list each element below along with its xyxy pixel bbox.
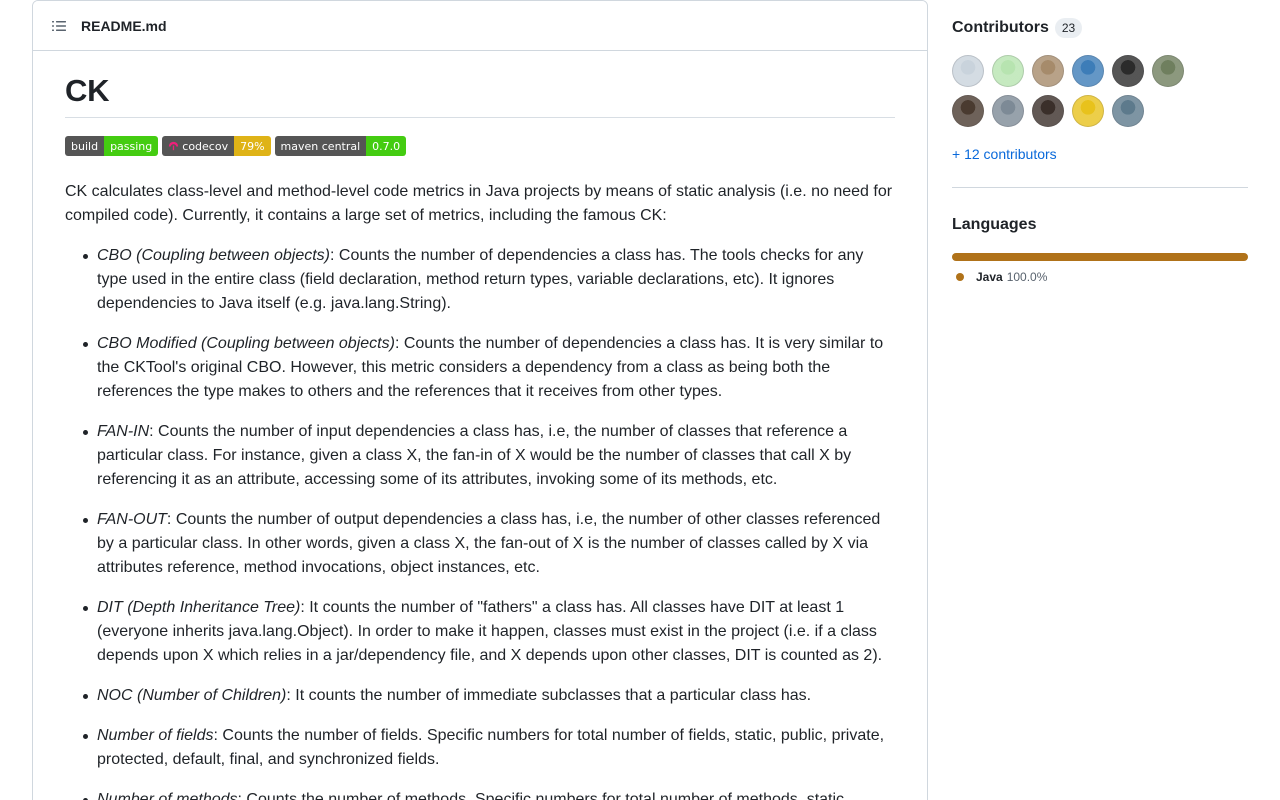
contributors-title: Contributors — [952, 19, 1049, 36]
readme-panel: README.md CK build passing codecov 79% m… — [32, 0, 928, 800]
contributors-heading[interactable]: Contributors 23 — [952, 18, 1083, 38]
metric-description: : Counts the number of input dependencie… — [97, 423, 852, 488]
languages-heading: Languages — [952, 216, 1037, 233]
codecov-badge-left: codecov — [162, 136, 235, 156]
sidebar-divider — [952, 187, 1248, 188]
list-item: CBO Modified (Coupling between objects):… — [83, 332, 895, 404]
maven-badge-value: 0.7.0 — [366, 136, 407, 156]
avatar[interactable] — [992, 95, 1024, 127]
maven-badge-label: maven central — [274, 136, 367, 156]
codecov-badge[interactable]: codecov 79% — [162, 136, 271, 156]
language-percent: 100.0% — [1006, 270, 1048, 284]
readme-content: CK calculates class-level and method-lev… — [65, 180, 895, 800]
list-item: NOC (Number of Children): It counts the … — [83, 684, 895, 708]
metric-name: NOC (Number of Children) — [97, 687, 287, 704]
list-item: CBO (Coupling between objects): Counts t… — [83, 244, 895, 316]
intro-paragraph: CK calculates class-level and method-lev… — [65, 183, 893, 224]
build-badge[interactable]: build passing — [65, 136, 159, 156]
avatar[interactable] — [952, 55, 984, 87]
avatar[interactable] — [1152, 55, 1184, 87]
maven-central-badge[interactable]: maven central 0.7.0 — [274, 136, 407, 156]
avatar[interactable] — [1112, 95, 1144, 127]
language-name: Java — [976, 270, 1003, 284]
readme-body: CK build passing codecov 79% maven centr… — [33, 51, 927, 800]
metric-name: FAN-OUT — [97, 511, 167, 528]
metric-name: Number of fields — [97, 727, 214, 744]
avatar[interactable] — [992, 55, 1024, 87]
readme-filename[interactable]: README.md — [81, 18, 167, 34]
avatar[interactable] — [1032, 55, 1064, 87]
contributors-count-badge: 23 — [1054, 18, 1083, 38]
list-item: Number of fields: Counts the number of f… — [83, 724, 895, 772]
avatar[interactable] — [1032, 95, 1064, 127]
avatar[interactable] — [952, 95, 984, 127]
codecov-badge-value: 79% — [234, 136, 271, 156]
metric-name: DIT (Depth Inheritance Tree) — [97, 599, 301, 616]
metric-name: CBO Modified (Coupling between objects) — [97, 335, 395, 352]
language-bar — [952, 253, 1248, 261]
codecov-umbrella-icon — [169, 141, 179, 150]
metric-name: CBO (Coupling between objects) — [97, 247, 331, 264]
metric-description: : It counts the number of immediate subc… — [286, 687, 812, 704]
contributor-avatars — [952, 55, 1222, 127]
metric-description: : Counts the number of output dependenci… — [97, 511, 881, 576]
metric-name: FAN-IN — [97, 423, 150, 440]
list-item: FAN-IN: Counts the number of input depen… — [83, 420, 895, 492]
build-badge-label: build — [65, 136, 105, 156]
page: README.md CK build passing codecov 79% m… — [0, 0, 1280, 800]
language-item-java[interactable]: Java 100.0% — [952, 270, 1047, 284]
list-item: DIT (Depth Inheritance Tree): It counts … — [83, 596, 895, 668]
table-of-contents-icon[interactable] — [49, 16, 69, 36]
badge-row: build passing codecov 79% maven central — [65, 136, 895, 156]
avatar[interactable] — [1072, 95, 1104, 127]
metrics-list: CBO (Coupling between objects) : Counts t… — [65, 244, 895, 800]
list-item: FAN-OUT: Counts the number of output dep… — [83, 508, 895, 580]
java-color-dot — [956, 273, 964, 281]
list-item: Number of methods: Counts the number of … — [83, 788, 895, 800]
avatar[interactable] — [1112, 55, 1144, 87]
avatar[interactable] — [1072, 55, 1104, 87]
codecov-badge-label: codecov — [182, 139, 229, 153]
metric-description: : Counts the number of fields. Specific … — [97, 727, 885, 768]
build-badge-value: passing — [104, 136, 159, 156]
more-contributors-link[interactable]: + 12 contributors — [952, 146, 1057, 162]
readme-title: CK — [65, 67, 895, 118]
metric-name: Number of methods — [97, 791, 238, 800]
readme-header: README.md — [33, 1, 927, 51]
